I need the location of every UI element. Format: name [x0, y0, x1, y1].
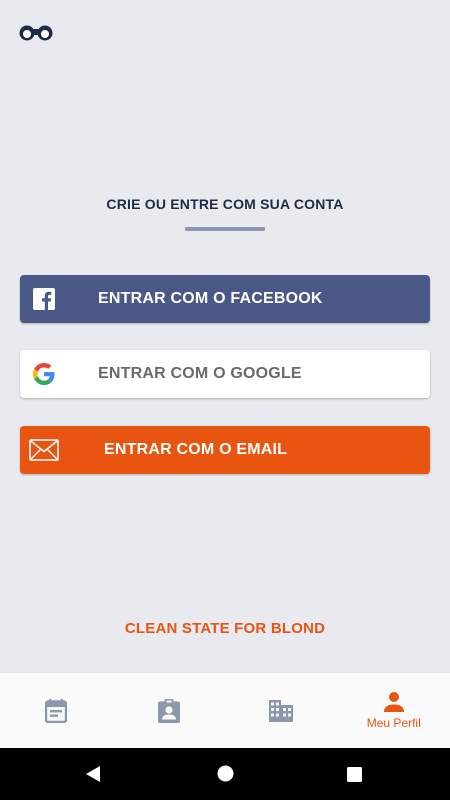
clipboard-user-icon [157, 698, 180, 723]
google-icon [28, 358, 60, 390]
home-icon[interactable] [217, 765, 234, 787]
nav-item-clipboard[interactable] [113, 673, 226, 748]
envelope-icon [28, 434, 60, 466]
building-icon [269, 699, 294, 722]
nav-item-calendar[interactable] [0, 673, 113, 748]
google-login-button[interactable]: ENTRAR COM O GOOGLE [20, 350, 430, 398]
bottom-navigation: Meu Perfil [0, 672, 450, 748]
nav-item-meu-perfil[interactable]: Meu Perfil [338, 673, 450, 748]
recent-apps-icon[interactable] [347, 767, 362, 787]
facebook-icon [28, 283, 60, 315]
calendar-icon [45, 698, 68, 723]
binoculars-logo-icon [18, 22, 54, 44]
nav-label-meu-perfil: Meu Perfil [366, 715, 421, 730]
clean-state-link[interactable]: CLEAN STATE FOR BLOND [0, 620, 450, 637]
email-login-label: ENTRAR COM O EMAIL [104, 441, 288, 458]
heading-underline [185, 227, 265, 231]
facebook-login-button[interactable]: ENTRAR COM O FACEBOOK [20, 275, 430, 323]
person-icon [383, 691, 404, 712]
facebook-login-label: ENTRAR COM O FACEBOOK [98, 290, 323, 307]
auth-heading: CRIE OU ENTRE COM SUA CONTA [106, 196, 344, 212]
nav-item-building[interactable] [225, 673, 338, 748]
google-login-label: ENTRAR COM O GOOGLE [98, 365, 302, 382]
email-login-button[interactable]: ENTRAR COM O EMAIL [20, 426, 430, 474]
back-icon[interactable] [84, 765, 102, 788]
system-navigation-bar [0, 748, 450, 800]
